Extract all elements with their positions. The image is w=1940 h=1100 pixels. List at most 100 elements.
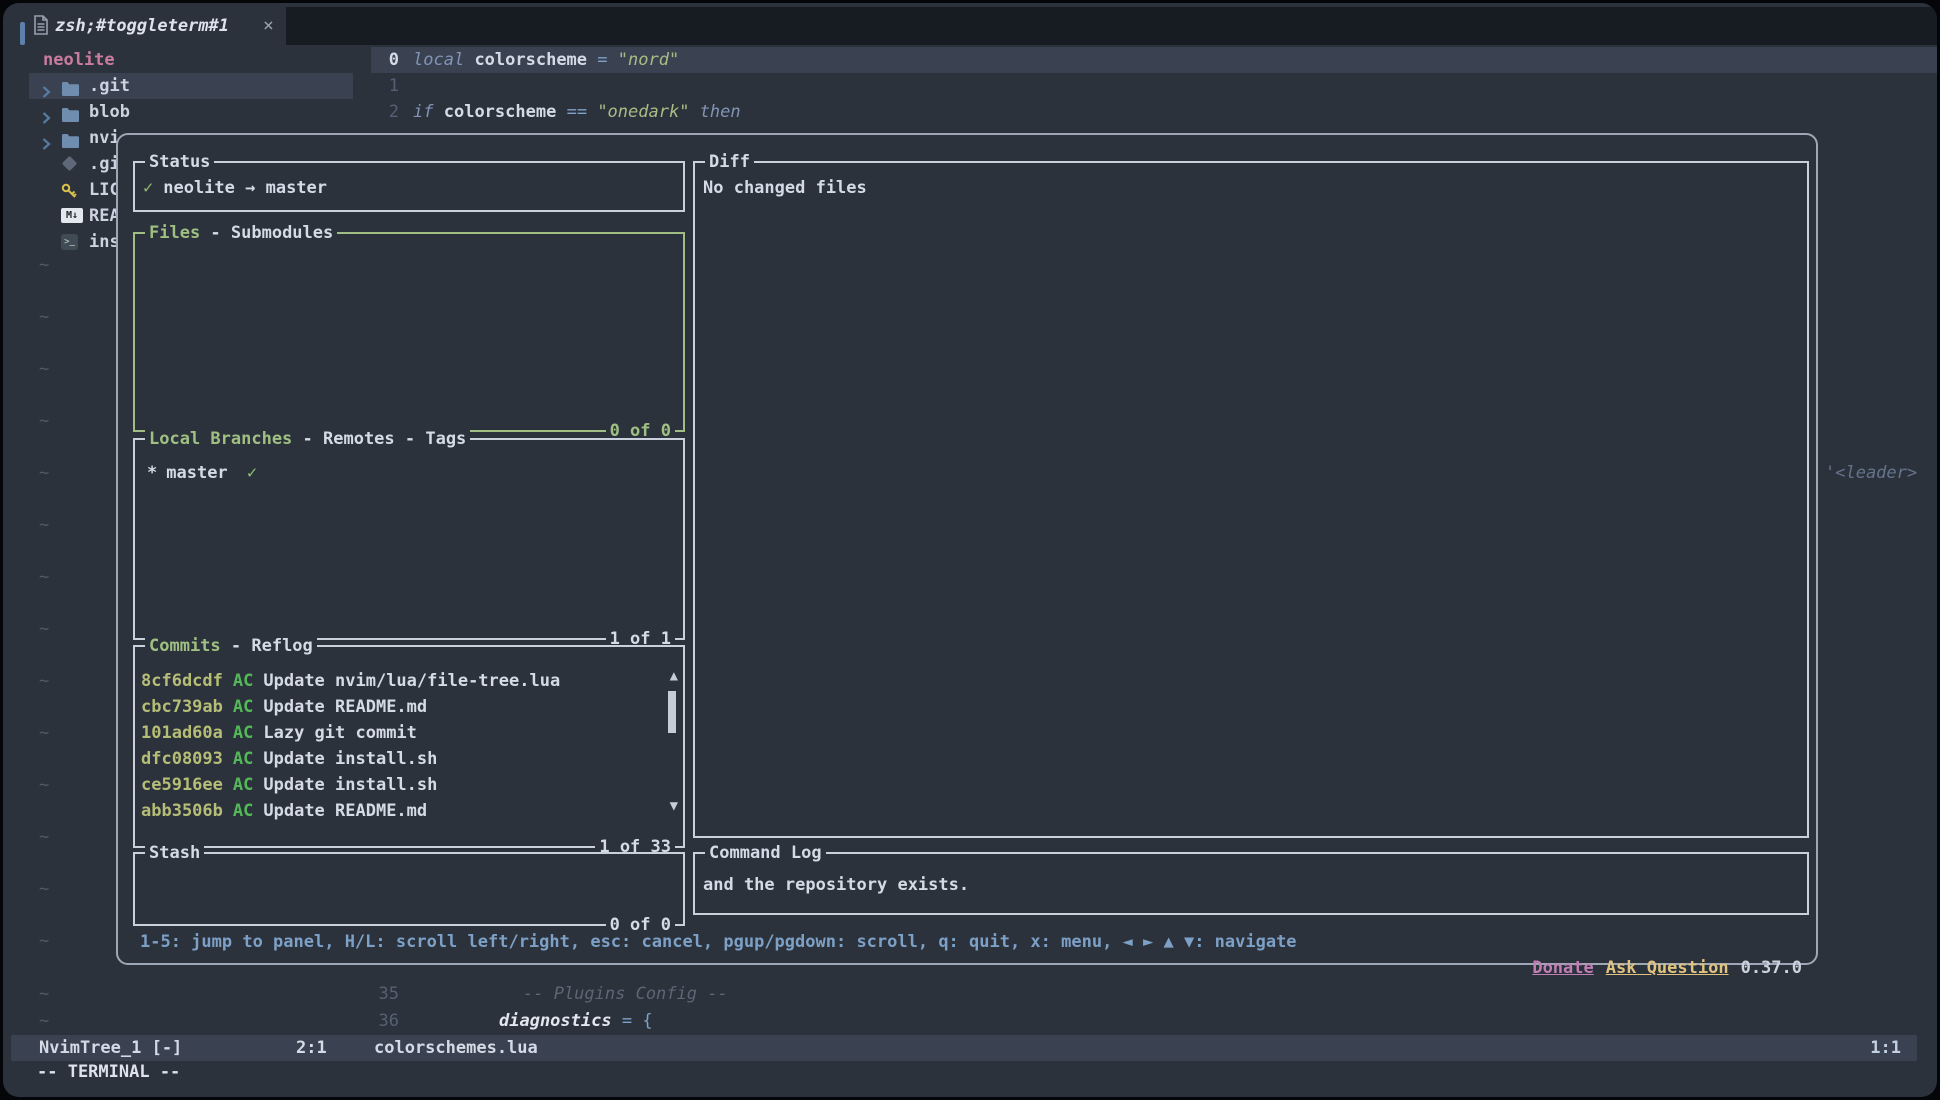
code-line: 35-- Plugins Config --: [3, 981, 1937, 1007]
statusline-buffer: NvimTree_1 [-]: [39, 1035, 182, 1061]
tilde-marker: ~: [39, 304, 49, 330]
tree-root-label[interactable]: neolite: [43, 47, 115, 73]
folder-icon: [61, 133, 80, 148]
tilde-marker: ~: [39, 460, 49, 486]
line-number: 0: [363, 47, 399, 73]
commit-hash: 8cf6dcdf: [141, 671, 223, 691]
statusline: NvimTree_1 [-] 2:1 colorschemes.lua 1:1: [11, 1035, 1917, 1061]
panel-files[interactable]: Files - Submodules 0 of 0: [133, 232, 685, 432]
commit-message: Update install.sh: [263, 749, 437, 769]
commit-author: AC: [233, 749, 253, 769]
chevron-right-icon: [41, 112, 51, 124]
commit-message: Lazy git commit: [263, 723, 417, 743]
version-label: 0.37.0: [1741, 958, 1802, 978]
panel-command-log-title: Command Log: [705, 841, 826, 865]
tree-item-git[interactable]: .git: [29, 73, 353, 99]
commit-hash: dfc08093: [141, 749, 223, 769]
commit-message: Update README.md: [263, 801, 427, 821]
folder-icon: [61, 81, 80, 96]
panel-diff[interactable]: Diff No changed files: [693, 161, 1809, 838]
panel-command-log[interactable]: Command Log and the repository exists.: [693, 852, 1809, 915]
diff-body: No changed files: [703, 175, 867, 201]
commit-message: Update nvim/lua/file-tree.lua: [263, 671, 560, 691]
panel-diff-title: Diff: [705, 150, 754, 174]
tab-title: zsh;#toggleterm#1: [55, 13, 229, 39]
commit-row[interactable]: dfc08093 AC Update install.sh: [141, 746, 437, 772]
branch-row[interactable]: *master ✓: [147, 460, 257, 486]
terminal-icon: >_: [61, 234, 78, 250]
tilde-marker: ~: [39, 512, 49, 538]
code-line: 36diagnostics = {: [3, 1008, 1937, 1034]
status-branch-row: ✓neolite → master: [143, 175, 327, 201]
scrollbar-thumb[interactable]: [668, 691, 676, 733]
tilde-marker: ~: [39, 408, 49, 434]
ask-question-link[interactable]: Ask Question: [1606, 958, 1729, 978]
panel-stash-title: Stash: [145, 841, 204, 865]
commit-hash: cbc739ab: [141, 697, 223, 717]
donate-link[interactable]: Donate: [1532, 958, 1593, 978]
commit-author: AC: [233, 775, 253, 795]
tilde-marker: ~: [39, 772, 49, 798]
commit-author: AC: [233, 801, 253, 821]
panel-branches-title: Local Branches - Remotes - Tags: [145, 427, 470, 451]
chevron-right-icon: [41, 138, 51, 150]
commit-author: AC: [233, 723, 253, 743]
check-icon: ✓: [143, 178, 153, 198]
statusline-filename: colorschemes.lua: [374, 1035, 538, 1061]
command-log-body: and the repository exists.: [703, 872, 969, 898]
commit-row[interactable]: abb3506b AC Update README.md: [141, 798, 427, 824]
line-number: 2: [363, 99, 399, 125]
commit-message: Update install.sh: [263, 775, 437, 795]
panel-branches[interactable]: Local Branches - Remotes - Tags *master …: [133, 438, 685, 640]
leader-hint: '<leader>: [1825, 460, 1917, 486]
git-icon: [62, 156, 78, 172]
code-line: 0local colorscheme = "nord": [3, 47, 1937, 73]
commit-message: Update README.md: [263, 697, 427, 717]
tilde-marker: ~: [39, 668, 49, 694]
commit-hash: 101ad60a: [141, 723, 223, 743]
commit-hash: abb3506b: [141, 801, 223, 821]
line-number: 36: [363, 1008, 399, 1034]
tilde-marker: ~: [39, 356, 49, 382]
commit-row[interactable]: cbc739ab AC Update README.md: [141, 694, 427, 720]
mode-indicator: -- TERMINAL --: [37, 1059, 180, 1085]
panel-status[interactable]: Status ✓neolite → master: [133, 161, 685, 212]
line-number: 1: [363, 73, 399, 99]
commit-row[interactable]: ce5916ee AC Update install.sh: [141, 772, 437, 798]
commit-row[interactable]: 101ad60a AC Lazy git commit: [141, 720, 417, 746]
tilde-marker: ~: [39, 876, 49, 902]
commit-row[interactable]: 8cf6dcdf AC Update nvim/lua/file-tree.lua: [141, 668, 560, 694]
tilde-marker: ~: [39, 252, 49, 278]
terminal-window: zsh;#toggleterm#1 × 0local colorscheme =…: [3, 3, 1937, 1097]
panel-stash[interactable]: Stash 0 of 0: [133, 852, 685, 926]
lazygit-window: Status ✓neolite → master Files - Submodu…: [116, 133, 1818, 965]
keybar: 1-5: jump to panel, H/L: scroll left/rig…: [140, 929, 1297, 955]
commit-author: AC: [233, 697, 253, 717]
tree-item-blob[interactable]: blob: [29, 99, 353, 125]
chevron-right-icon: [41, 86, 51, 98]
tilde-marker: ~: [39, 928, 49, 954]
panel-commits-title: Commits - Reflog: [145, 634, 317, 658]
tabline: [286, 7, 1937, 45]
markdown-icon: M↓: [61, 208, 83, 223]
scroll-down-icon[interactable]: ▼: [670, 793, 678, 819]
statusline-cursor: 1:1: [1870, 1035, 1901, 1061]
tree-item-label: blob: [89, 99, 130, 125]
branch-star: *: [147, 463, 157, 483]
key-icon: [61, 183, 78, 200]
folder-icon: [61, 107, 80, 122]
commit-hash: ce5916ee: [141, 775, 223, 795]
tilde-marker: ~: [39, 616, 49, 642]
panel-commits[interactable]: Commits - Reflog 8cf6dcdfACUpdate nvim/l…: [133, 645, 685, 848]
line-number: 35: [363, 981, 399, 1007]
panel-status-title: Status: [145, 150, 214, 174]
panel-files-title: Files - Submodules: [145, 221, 337, 245]
tab-close-icon[interactable]: ×: [263, 13, 274, 39]
tilde-marker: ~: [39, 824, 49, 850]
active-buffer-indicator: [20, 22, 25, 45]
check-icon: ✓: [247, 463, 257, 483]
scroll-up-icon[interactable]: ▲: [670, 663, 678, 689]
statusline-position: 2:1: [296, 1035, 327, 1061]
commit-author: AC: [233, 671, 253, 691]
tilde-marker: ~: [39, 720, 49, 746]
